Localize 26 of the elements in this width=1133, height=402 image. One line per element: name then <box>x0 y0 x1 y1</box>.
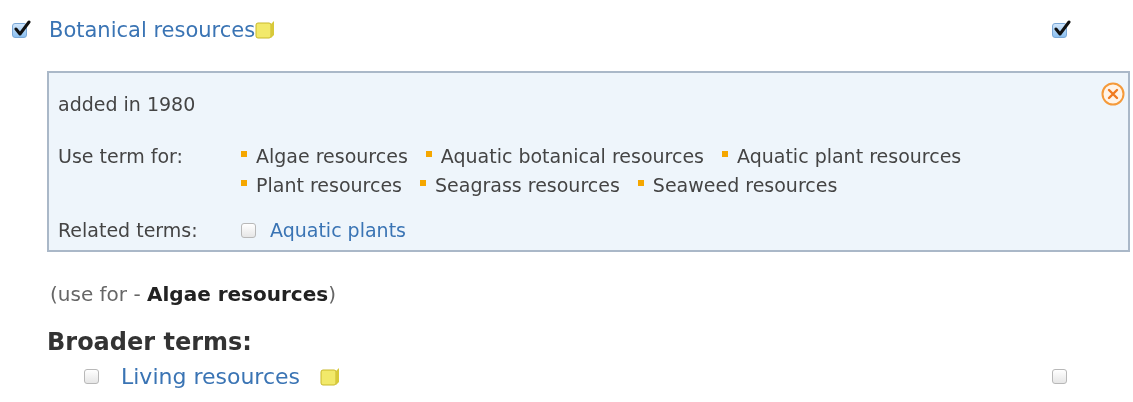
bullet-icon <box>425 150 432 157</box>
term-link[interactable]: Aquatic plants <box>270 218 406 243</box>
cube-icon <box>320 366 341 387</box>
checkbox[interactable] <box>241 223 256 238</box>
bullet-icon <box>722 150 728 157</box>
term-link[interactable]: Botanical resources <box>49 18 256 42</box>
bullet-icon <box>241 150 247 157</box>
close-icon[interactable] <box>1101 82 1125 106</box>
term-link[interactable]: Living resources <box>121 364 301 389</box>
synonym-text: Seaweed resources <box>652 173 838 198</box>
field-label: Use term for: <box>58 144 184 169</box>
bullet-icon <box>420 179 426 186</box>
bullet-icon <box>241 179 247 186</box>
checkbox[interactable] <box>1052 369 1067 384</box>
field-label: Related terms: <box>58 218 199 243</box>
synonym-text: Seagrass resources <box>435 173 620 198</box>
synonym-text: Aquatic botanical resources <box>440 144 704 169</box>
bullet-icon <box>637 179 644 186</box>
cube-icon <box>255 20 276 40</box>
synonym-text: Plant resources <box>256 173 402 198</box>
added-note: added in 1980 <box>58 92 196 117</box>
section-heading: Broader terms: <box>47 328 253 356</box>
synonym-text: Aquatic plant resources <box>737 144 962 169</box>
use-for-note: (use for - Algae resources) <box>50 282 337 306</box>
checkbox[interactable] <box>84 369 99 384</box>
synonym-text: Algae resources <box>256 144 408 169</box>
